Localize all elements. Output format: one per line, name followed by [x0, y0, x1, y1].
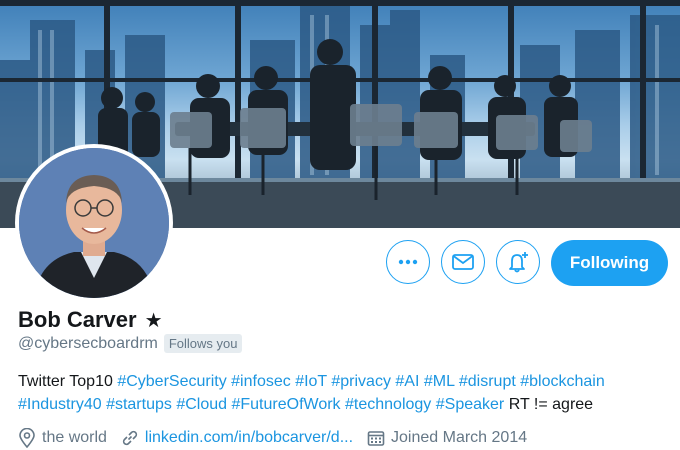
hashtag-link[interactable]: #FutureOfWork [231, 396, 340, 413]
follows-you-badge: Follows you [163, 334, 243, 353]
hashtag-link[interactable]: #Cloud [176, 396, 227, 413]
link-icon [122, 430, 138, 446]
bio-text: RT != agree [504, 396, 594, 413]
hashtag-link[interactable]: #blockchain [520, 373, 605, 390]
more-options-button[interactable] [386, 240, 430, 284]
profile-bio: Twitter Top10 #CyberSecurity #infosec #I… [18, 370, 668, 416]
joined-item: Joined March 2014 [367, 429, 527, 447]
joined-text: Joined March 2014 [391, 429, 528, 446]
hashtag-link[interactable]: #technology [345, 396, 431, 413]
profile-handle[interactable]: @cybersecboardrm [18, 335, 158, 353]
hashtag-link[interactable]: #infosec [231, 373, 291, 390]
hashtag-link[interactable]: #startups [106, 396, 172, 413]
message-button[interactable] [441, 240, 485, 284]
hashtag-link[interactable]: #AI [395, 373, 419, 390]
following-button[interactable]: Following [551, 240, 668, 286]
star-icon: ★ [144, 309, 163, 332]
website-link[interactable]: linkedin.com/in/bobcarver/d... [145, 429, 353, 447]
profile-name: Bob Carver [18, 307, 137, 332]
bio-text: Twitter Top10 [18, 373, 118, 390]
calendar-icon [367, 431, 385, 446]
hashtag-link[interactable]: #CyberSecurity [117, 373, 226, 390]
map-pin-icon [19, 428, 35, 448]
profile-handle-row: @cybersecboardrm Follows you [18, 334, 243, 353]
bell-plus-icon [509, 252, 528, 273]
hashtag-link[interactable]: #IoT [295, 373, 327, 390]
avatar[interactable] [19, 148, 169, 298]
hashtag-link[interactable]: #disrupt [459, 373, 516, 390]
website-item: linkedin.com/in/bobcarver/d... [121, 429, 353, 447]
more-dots-icon [398, 259, 418, 265]
notifications-button[interactable] [496, 240, 540, 284]
hashtag-link[interactable]: #privacy [331, 373, 391, 390]
avatar-photo [19, 148, 169, 298]
profile-meta: the world linkedin.com/in/bobcarver/d...… [18, 428, 541, 448]
hashtag-link[interactable]: #Industry40 [18, 396, 102, 413]
location-item: the world [18, 428, 107, 448]
hashtag-link[interactable]: #Speaker [436, 396, 505, 413]
profile-name-row: Bob Carver ★ [18, 307, 163, 333]
envelope-icon [452, 254, 474, 270]
location-text: the world [42, 429, 107, 446]
hashtag-link[interactable]: #ML [424, 373, 455, 390]
